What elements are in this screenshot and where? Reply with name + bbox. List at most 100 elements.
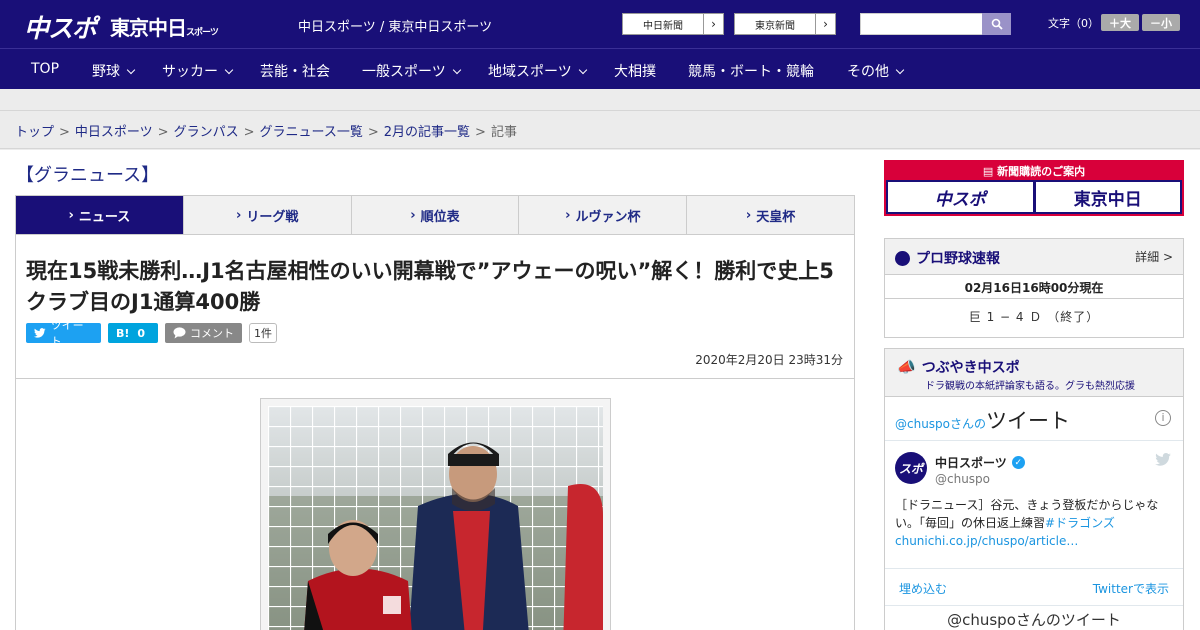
- timeline-heading[interactable]: @chuspoさんのツイート: [895, 405, 1070, 435]
- nav-item-racing[interactable]: 競馬・ボート・競輪: [688, 61, 814, 81]
- avatar[interactable]: スポ: [895, 452, 927, 484]
- nav-item-top[interactable]: TOP: [31, 61, 59, 77]
- tokyo-shimbun-button[interactable]: 東京新聞 ›: [734, 13, 836, 35]
- breadcrumb-current: 記事: [490, 125, 517, 140]
- hatena-bookmark-button[interactable]: B! 0: [108, 323, 158, 343]
- tab-label: リーグ戦: [246, 209, 299, 225]
- tweet-hashtag[interactable]: #ドラゴンズ: [1045, 516, 1115, 530]
- nav-item-entertainment[interactable]: 芸能・社会: [260, 61, 330, 81]
- breadcrumb: トップ > 中日スポーツ > グランパス > グラニュース一覧 >2月の記事一覧 > 記事: [0, 111, 1200, 149]
- twitter-bird-icon[interactable]: [1155, 453, 1171, 470]
- nav-item-sumo[interactable]: 大相撲: [614, 61, 656, 81]
- chevron-right-icon: ›: [236, 207, 242, 223]
- font-size-label: 文字（0）: [1048, 17, 1099, 30]
- chevron-down-icon: [895, 65, 905, 75]
- nav-item-others[interactable]: その他: [847, 61, 905, 81]
- tweet-author-name[interactable]: 中日スポーツ ✓: [935, 454, 1025, 471]
- nav-label: 一般スポーツ: [362, 64, 446, 80]
- chevron-down-icon: [224, 65, 234, 75]
- chevron-right-icon: ›: [68, 207, 74, 223]
- baseball-title: プロ野球速報: [895, 248, 1000, 268]
- baseball-score[interactable]: 巨 1 − 4 Ｄ （終了）: [885, 299, 1183, 335]
- header-strip: [0, 89, 1200, 111]
- breadcrumb-link-top[interactable]: トップ: [15, 125, 54, 140]
- paper-button-label: 中日新聞: [643, 20, 683, 32]
- paper-button-label: 東京新聞: [755, 20, 795, 32]
- breadcrumb-separator: >: [59, 125, 70, 140]
- tab-standings[interactable]: › 順位表: [352, 196, 520, 234]
- tsubuyaki-title: 📣 つぶやき中スポ: [897, 357, 1020, 377]
- breadcrumb-separator: >: [243, 125, 255, 140]
- nav-item-local-sports[interactable]: 地域スポーツ: [488, 61, 587, 81]
- comment-button[interactable]: コメント: [165, 323, 242, 343]
- article-photo-frame: [260, 398, 611, 630]
- chevron-right-icon: ›: [745, 207, 752, 223]
- timeline-title: ツイート: [986, 409, 1071, 433]
- tokyo-chunichi-logo[interactable]: 東京中日: [1035, 182, 1180, 212]
- tweet-author-handle[interactable]: @chuspo: [935, 472, 990, 486]
- baseball-title-text: プロ野球速報: [916, 251, 1000, 267]
- nav-item-baseball[interactable]: 野球: [92, 61, 136, 81]
- baseball-header: プロ野球速報 詳細 >: [885, 239, 1183, 275]
- news-tabs: › ニュース › リーグ戦 › 順位表 › ルヴァン杯 › 天皇杯: [15, 195, 855, 241]
- tab-label: ニュース: [78, 209, 131, 225]
- comment-button-label: コメント: [190, 327, 234, 340]
- nav-label: サッカー: [162, 64, 218, 80]
- tsubuyaki-subtitle: ドラ観戦の本紙評論家も語る。グラも熱烈応援: [925, 381, 1135, 392]
- tweet-link[interactable]: chunichi.co.jp/chuspo/article…: [895, 534, 1078, 548]
- timeline-footer: 埋め込む Twitterで表示: [885, 569, 1183, 605]
- article-headline: 現在15戦未勝利…J1名古屋相性のいい開幕戦で”アウェーの呪い”解く！勝利で史上…: [26, 259, 834, 314]
- subscription-logos: 中スポ 東京中日: [886, 180, 1182, 214]
- breadcrumb-separator: >: [367, 125, 379, 140]
- chuspo-logo[interactable]: 中スポ: [24, 9, 97, 45]
- tweet-button[interactable]: ツイート: [26, 319, 101, 348]
- twitter-bird-icon: [34, 328, 46, 338]
- breadcrumb-link-chuspo[interactable]: 中日スポーツ: [75, 125, 153, 140]
- tsubuyaki-header: 📣 つぶやき中スポ ドラ観戦の本紙評論家も語る。グラも熱烈応援: [885, 349, 1183, 397]
- nav-item-soccer[interactable]: サッカー: [162, 61, 234, 81]
- baseball-detail-link[interactable]: 詳細 >: [1135, 248, 1173, 265]
- font-bigger-button[interactable]: ＋大: [1101, 14, 1139, 31]
- tweet-item[interactable]: スポ 中日スポーツ ✓ @chuspo ［ドラニュース］谷元、きょう登板だからじゃ…: [885, 441, 1183, 569]
- chunichi-shimbun-button[interactable]: 中日新聞 ›: [622, 13, 724, 35]
- tweet-body: ［ドラニュース］谷元、きょう登板だからじゃない。「毎回」の休日返上練習: [895, 498, 1159, 530]
- chuspo-logo[interactable]: 中スポ: [888, 182, 1033, 212]
- tokyo-chunichi-logo[interactable]: 東京中日スポーツ: [110, 12, 219, 41]
- hatena-icon: B!: [116, 326, 130, 340]
- tweet-text: ［ドラニュース］谷元、きょう登板だからじゃない。「毎回」の休日返上練習#ドラゴン…: [895, 496, 1175, 550]
- nav-label: 競馬・ボート・競輪: [688, 64, 814, 80]
- subscription-banner[interactable]: ▤ 新聞購読のご案内 中スポ 東京中日: [884, 160, 1184, 216]
- tsubuyaki-widget: 📣 つぶやき中スポ ドラ観戦の本紙評論家も語る。グラも熱烈応援 @chuspoさん…: [884, 348, 1184, 630]
- chevron-down-icon: [126, 65, 136, 75]
- breadcrumb-link-grampus[interactable]: グランパス: [174, 125, 239, 140]
- breadcrumb-link-gura-news-list[interactable]: グラニュース一覧: [260, 125, 363, 140]
- publish-date: 2020年2月20日 23時31分: [695, 353, 843, 367]
- timeline-prefix: @chuspoさんの: [895, 417, 987, 431]
- chevron-right-icon: ›: [410, 207, 416, 223]
- font-smaller-button[interactable]: －小: [1142, 14, 1180, 31]
- more-tweets-heading[interactable]: @chuspoさんのツイート: [885, 605, 1183, 629]
- tab-league[interactable]: › リーグ戦: [184, 196, 352, 234]
- info-icon[interactable]: i: [1155, 410, 1171, 426]
- search-button[interactable]: [982, 13, 1011, 35]
- tokyo-logo-text: 東京中日: [110, 16, 187, 40]
- chevron-right-icon: ›: [815, 14, 835, 34]
- tab-news[interactable]: › ニュース: [16, 196, 184, 241]
- verified-badge-icon: ✓: [1011, 456, 1025, 469]
- nav-label: 芸能・社会: [260, 64, 330, 80]
- subscription-caption-text: 新聞購読のご案内: [997, 165, 1086, 178]
- breadcrumb-link-feb-articles[interactable]: 2月の記事一覧: [384, 125, 470, 140]
- tokyo-logo-small: スポーツ: [186, 28, 219, 38]
- embed-link[interactable]: 埋め込む: [899, 580, 947, 597]
- view-on-twitter-link[interactable]: Twitterで表示: [1093, 580, 1169, 597]
- tab-levain-cup[interactable]: › ルヴァン杯: [519, 196, 688, 234]
- breadcrumb-separator: >: [157, 125, 169, 140]
- search-icon: [991, 18, 1003, 30]
- nav-item-general-sports[interactable]: 一般スポーツ: [362, 61, 461, 81]
- tab-emperors-cup[interactable]: › 天皇杯: [687, 196, 854, 234]
- main-nav: TOP 野球 サッカー 芸能・社会 一般スポーツ 地域スポーツ 大相撲 競馬・ボ…: [0, 48, 1200, 89]
- speech-bubble-icon: [173, 327, 186, 339]
- baseball-icon: [895, 250, 910, 266]
- search-input[interactable]: [860, 13, 983, 35]
- nav-label: 地域スポーツ: [488, 64, 572, 80]
